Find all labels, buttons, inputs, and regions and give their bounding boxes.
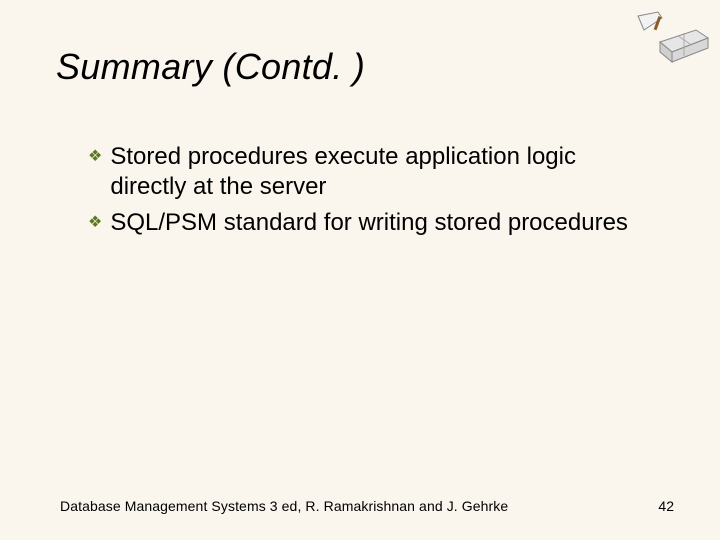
footer-text: Database Management Systems 3 ed, R. Ram… — [60, 498, 508, 514]
bullet-list: ❖ Stored procedures execute application … — [88, 142, 648, 244]
trowel-bricks-icon — [628, 8, 710, 68]
bullet-diamond-icon: ❖ — [88, 142, 102, 172]
bullet-diamond-icon: ❖ — [88, 208, 102, 238]
list-item: ❖ Stored procedures execute application … — [88, 142, 648, 202]
list-item: ❖ SQL/PSM standard for writing stored pr… — [88, 208, 648, 238]
slide-title: Summary (Contd. ) — [56, 46, 365, 88]
page-number: 42 — [658, 498, 674, 514]
bullet-text: Stored procedures execute application lo… — [110, 142, 648, 202]
bullet-text: SQL/PSM standard for writing stored proc… — [110, 208, 628, 238]
